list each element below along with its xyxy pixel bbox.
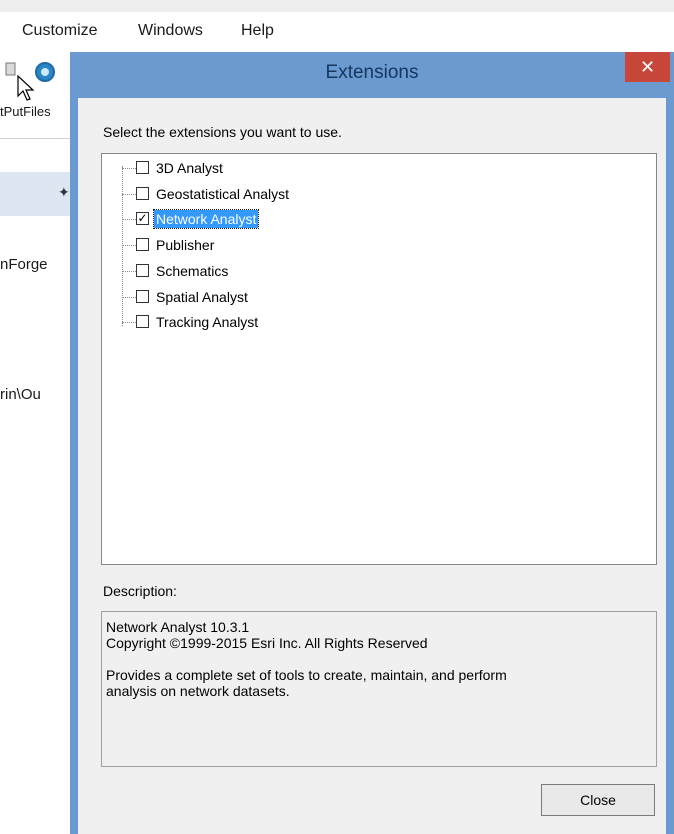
tree-connector: [122, 296, 136, 298]
extension-label[interactable]: Publisher: [154, 236, 216, 254]
description-line: Copyright ©1999-2015 Esri Inc. All Right…: [106, 635, 428, 651]
checkbox-icon[interactable]: [136, 161, 149, 174]
extension-label[interactable]: Spatial Analyst: [154, 288, 250, 306]
dialog-title: Extensions: [325, 62, 419, 83]
extension-label[interactable]: Tracking Analyst: [154, 313, 260, 331]
instruction-text: Select the extensions you want to use.: [103, 124, 342, 140]
description-box: Network Analyst 10.3.1 Copyright ©1999-2…: [101, 611, 657, 767]
description-label: Description:: [103, 583, 177, 599]
menu-customize[interactable]: Customize: [22, 22, 98, 40]
extension-label[interactable]: 3D Analyst: [154, 159, 225, 177]
background-divider: [0, 138, 72, 139]
description-line: Network Analyst 10.3.1: [106, 619, 250, 635]
menu-windows[interactable]: Windows: [138, 22, 203, 40]
tree-connector: [122, 245, 136, 247]
extensions-list[interactable]: 3D Analyst Geostatistical Analyst ✓ Network…: [101, 153, 657, 565]
checkbox-icon[interactable]: [136, 263, 149, 277]
checkbox-icon[interactable]: [136, 186, 149, 200]
menu-help[interactable]: Help: [241, 22, 274, 40]
tree-connector: [122, 219, 136, 221]
close-button[interactable]: Close: [541, 784, 655, 816]
tree-connector: [122, 322, 136, 324]
checkbox-icon[interactable]: [136, 238, 149, 252]
description-line: [106, 651, 652, 667]
description-line: analysis on network datasets.: [106, 683, 290, 699]
background-text-fragment: nForge: [0, 256, 48, 273]
background-window-edge: [0, 0, 674, 12]
pin-icon[interactable]: ✦: [58, 184, 70, 201]
mouse-cursor-icon: [16, 74, 38, 104]
checkbox-icon[interactable]: [136, 289, 149, 303]
extension-label[interactable]: Schematics: [154, 262, 230, 280]
background-text-fragment: rin\Ou: [0, 386, 41, 403]
dialog-titlebar[interactable]: Extensions ✕: [70, 52, 674, 96]
extension-label[interactable]: Network Analyst: [152, 209, 260, 230]
tree-connector: [122, 270, 136, 272]
description-line: Provides a complete set of tools to crea…: [106, 667, 507, 683]
toolbar-label-fragment: tPutFiles: [0, 104, 51, 119]
search-icon[interactable]: [35, 62, 55, 82]
tree-connector: [122, 168, 136, 169]
extension-label[interactable]: Geostatistical Analyst: [154, 185, 291, 203]
checkbox-icon[interactable]: ✓: [136, 212, 149, 226]
tree-connector: [122, 193, 136, 195]
close-icon[interactable]: ✕: [625, 52, 670, 82]
checkbox-icon[interactable]: [136, 315, 149, 329]
menu-bar: Customize Windows Help: [0, 18, 674, 48]
